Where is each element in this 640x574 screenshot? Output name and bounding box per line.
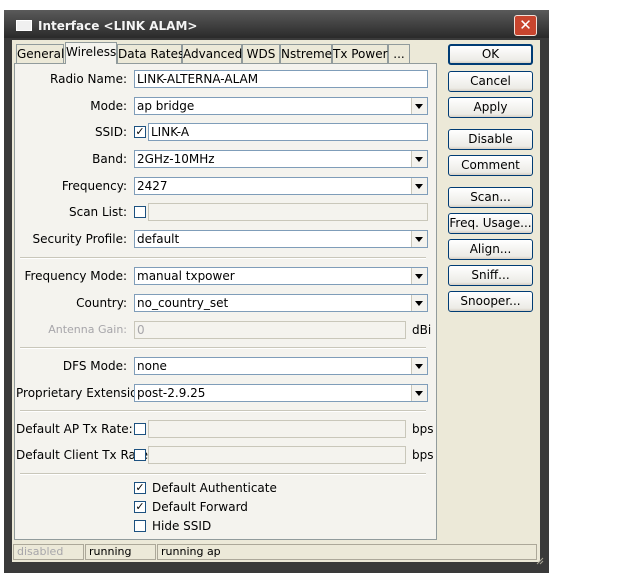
status-disabled: disabled [13, 544, 84, 560]
align-button[interactable]: Align... [448, 239, 533, 260]
close-icon: ✕ [519, 16, 532, 34]
proprietary-extensions-select[interactable]: post-2.9.25 [134, 384, 428, 402]
chevron-down-icon[interactable] [411, 385, 427, 401]
snooper-button[interactable]: Snooper... [448, 291, 533, 312]
frequency-mode-label: Frequency Mode: [24, 269, 127, 283]
default-client-tx-rate-label: Default Client Tx Rate: [16, 448, 153, 462]
window-title: Interface <LINK ALAM> [38, 19, 198, 33]
default-client-tx-rate-checkbox[interactable] [134, 449, 146, 461]
scan-button[interactable]: Scan... [448, 187, 533, 208]
status-running: running [85, 544, 156, 560]
chevron-down-icon[interactable] [411, 295, 427, 311]
frequency-value: 2427 [137, 179, 168, 193]
comment-button[interactable]: Comment [448, 155, 533, 176]
radio-name-label: Radio Name: [50, 72, 127, 86]
sniff-button[interactable]: Sniff... [448, 265, 533, 286]
chevron-down-icon[interactable] [411, 268, 427, 284]
band-select[interactable]: 2GHz-10MHz [134, 150, 428, 168]
antenna-gain-label: Antenna Gain: [48, 323, 127, 336]
freq-usage-button[interactable]: Freq. Usage... [448, 213, 533, 234]
default-authenticate-checkbox[interactable]: ✓ [134, 482, 146, 494]
resize-grip-icon[interactable] [536, 557, 544, 565]
tab-advanced[interactable]: Advanced [182, 44, 242, 63]
tab-tx-power[interactable]: Tx Power [332, 44, 388, 63]
scan-list-checkbox[interactable] [134, 206, 146, 218]
tab-wireless[interactable]: Wireless [65, 42, 117, 64]
scan-list-input[interactable] [148, 203, 428, 221]
chevron-down-icon[interactable] [411, 231, 427, 247]
separator [20, 410, 426, 412]
ssid-label: SSID: [94, 125, 127, 139]
default-ap-tx-rate-label: Default AP Tx Rate: [16, 422, 133, 436]
tab-nstreme[interactable]: Nstreme [280, 44, 332, 63]
chevron-down-icon[interactable] [411, 151, 427, 167]
cancel-button[interactable]: Cancel [448, 71, 533, 92]
tab-general[interactable]: General [16, 44, 64, 63]
antenna-gain-input: 0 [134, 321, 406, 339]
default-client-tx-rate-unit: bps [412, 448, 434, 462]
country-select[interactable]: no_country_set [134, 294, 428, 312]
separator [20, 473, 426, 475]
default-ap-tx-rate-checkbox[interactable] [134, 423, 146, 435]
security-profile-label: Security Profile: [32, 232, 127, 246]
status-running-ap: running ap [157, 544, 537, 560]
security-profile-select[interactable]: default [134, 230, 428, 248]
tab-wds[interactable]: WDS [242, 44, 280, 63]
scan-list-label: Scan List: [68, 205, 127, 219]
band-label: Band: [92, 152, 127, 166]
default-forward-label: Default Forward [152, 500, 248, 514]
default-authenticate-label: Default Authenticate [152, 481, 277, 495]
default-ap-tx-rate-unit: bps [412, 422, 434, 436]
default-client-tx-rate-input[interactable] [148, 446, 406, 464]
separator [20, 257, 426, 259]
tab-more[interactable]: ... [388, 44, 410, 63]
frequency-mode-select[interactable]: manual txpower [134, 267, 428, 285]
tab-data-rates[interactable]: Data Rates [117, 44, 184, 63]
frequency-select[interactable]: 2427 [134, 177, 428, 195]
apply-button[interactable]: Apply [448, 97, 533, 118]
dfs-mode-value: none [137, 359, 167, 373]
mode-value: ap bridge [137, 99, 195, 113]
security-profile-value: default [137, 232, 180, 246]
ok-button[interactable]: OK [448, 44, 533, 65]
ssid-checkbox[interactable]: ✓ [134, 126, 146, 138]
country-value: no_country_set [137, 296, 229, 310]
default-ap-tx-rate-input[interactable] [148, 420, 406, 438]
disable-button[interactable]: Disable [448, 129, 533, 150]
hide-ssid-label: Hide SSID [152, 519, 212, 533]
band-value: 2GHz-10MHz [137, 152, 215, 166]
ssid-input[interactable]: LINK-A [148, 123, 428, 141]
dfs-mode-label: DFS Mode: [62, 359, 127, 373]
country-label: Country: [76, 296, 127, 310]
chevron-down-icon[interactable] [411, 358, 427, 374]
radio-name-input[interactable]: LINK-ALTERNA-ALAM [134, 70, 428, 88]
close-button[interactable]: ✕ [514, 15, 537, 36]
frequency-label: Frequency: [61, 179, 127, 193]
separator [20, 347, 426, 349]
window-icon [16, 20, 32, 31]
frequency-mode-value: manual txpower [137, 269, 235, 283]
dfs-mode-select[interactable]: none [134, 357, 428, 375]
antenna-gain-unit: dBi [412, 323, 432, 337]
default-forward-checkbox[interactable]: ✓ [134, 501, 146, 513]
mode-label: Mode: [90, 99, 127, 113]
mode-select[interactable]: ap bridge [134, 97, 428, 115]
proprietary-extensions-label: Proprietary Extensions: [16, 386, 156, 400]
proprietary-extensions-value: post-2.9.25 [137, 386, 206, 400]
title-bar[interactable]: Interface <LINK ALAM> [4, 10, 549, 38]
chevron-down-icon[interactable] [411, 178, 427, 194]
hide-ssid-checkbox[interactable] [134, 520, 146, 532]
tab-bar: General Wireless Data Rates Advanced WDS… [14, 42, 412, 64]
chevron-down-icon[interactable] [411, 98, 427, 114]
